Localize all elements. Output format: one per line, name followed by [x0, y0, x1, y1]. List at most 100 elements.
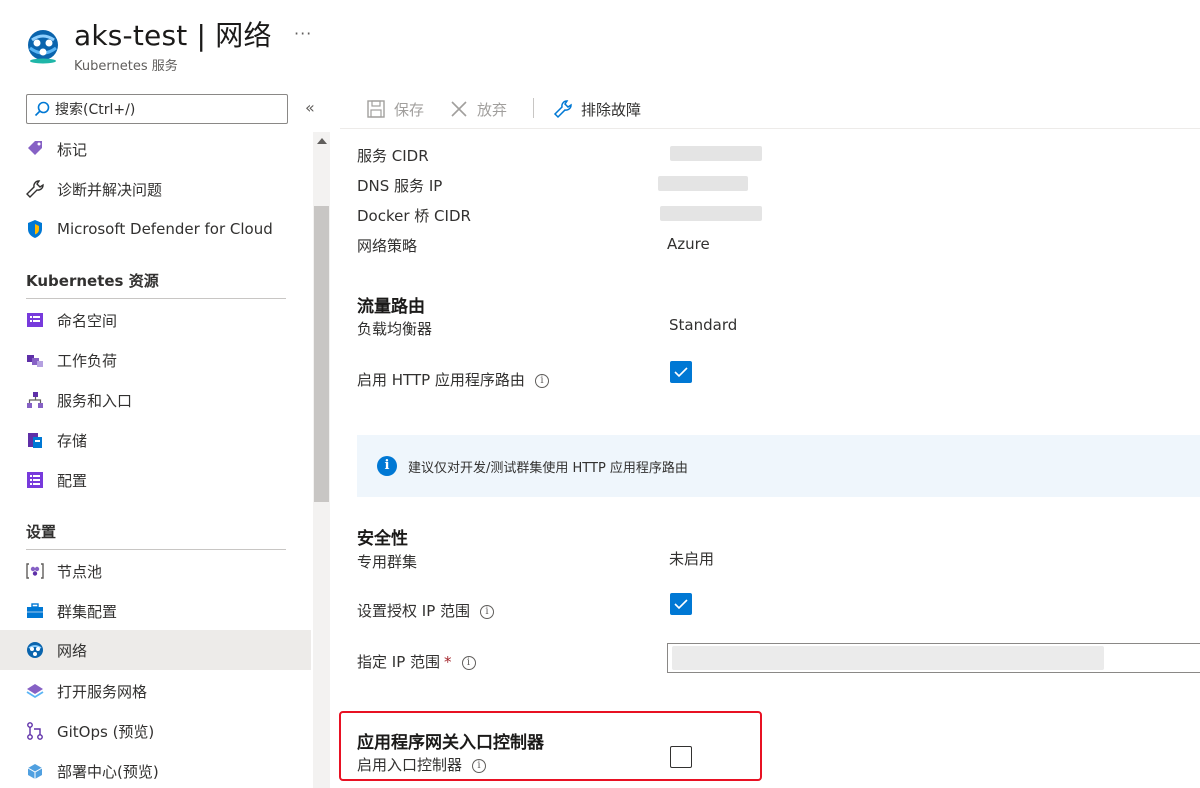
sidebar-item-label: 命名空间 — [57, 311, 118, 330]
sidebar-item-label: 群集配置 — [57, 602, 118, 621]
sidebar-item-label: 标记 — [57, 140, 88, 159]
sidebar-item-storage[interactable]: 存储 — [0, 420, 311, 460]
authorized-ip-checkbox[interactable] — [670, 593, 692, 615]
save-button[interactable]: 保存 — [366, 96, 424, 122]
sidebar-item-label: 节点池 — [57, 562, 103, 581]
sidebar-item-label: 部署中心(预览) — [57, 762, 159, 781]
sidebar-item-label: 存储 — [57, 431, 88, 450]
cluster-config-icon — [24, 600, 46, 622]
dns-service-ip-label: DNS 服务 IP — [357, 177, 443, 195]
sidebar-item-label: 打开服务网格 — [57, 682, 148, 701]
info-banner: i 建议仅对开发/测试群集使用 HTTP 应用程序路由 — [357, 435, 1200, 497]
services-icon — [24, 389, 46, 411]
network-policy-label: 网络策略 — [357, 237, 418, 255]
shield-icon — [24, 218, 46, 240]
traffic-routing-title: 流量路由 — [357, 297, 425, 317]
deployment-center-icon — [24, 760, 46, 782]
section-kubernetes-resources: Kubernetes 资源 — [26, 272, 159, 290]
divider — [26, 549, 286, 550]
sidebar-item-cluster-configuration[interactable]: 群集配置 — [0, 591, 311, 631]
redacted-value — [670, 146, 762, 161]
search-icon — [34, 101, 50, 117]
sidebar-item-service-mesh[interactable]: 打开服务网格 — [0, 671, 311, 711]
toolbar-divider — [533, 98, 534, 118]
collapse-sidebar-button[interactable]: « — [305, 98, 315, 117]
http-routing-checkbox[interactable] — [670, 361, 692, 383]
load-balancer-label: 负载均衡器 — [357, 320, 433, 338]
info-icon: i — [377, 456, 397, 476]
network-policy-value: Azure — [667, 235, 710, 253]
gitops-icon — [24, 720, 46, 742]
wrench-icon — [24, 178, 46, 200]
save-icon — [367, 100, 385, 118]
storage-icon — [24, 429, 46, 451]
save-label: 保存 — [394, 100, 425, 119]
ip-range-label: 指定 IP 范围 * i — [357, 651, 476, 672]
sidebar-item-label: GitOps (预览) — [57, 722, 155, 741]
divider — [26, 298, 286, 299]
sidebar-item-configuration[interactable]: 配置 — [0, 460, 311, 500]
page-subtitle: Kubernetes 服务 — [74, 59, 178, 74]
sidebar-item-tags[interactable]: 标记 — [0, 129, 311, 169]
private-cluster-label: 专用群集 — [357, 553, 418, 571]
redacted-value — [672, 646, 1104, 670]
service-cidr-label: 服务 CIDR — [357, 147, 429, 165]
info-icon[interactable]: i — [472, 758, 487, 773]
more-options-button[interactable]: ··· — [294, 24, 312, 43]
sidebar-item-diagnose[interactable]: 诊断并解决问题 — [0, 169, 311, 209]
redacted-value — [658, 176, 748, 191]
sidebar-item-label: 工作负荷 — [57, 351, 118, 370]
sidebar-item-label: 网络 — [57, 641, 88, 660]
configuration-icon — [24, 469, 46, 491]
private-cluster-value: 未启用 — [669, 550, 715, 568]
scroll-up-arrow-icon[interactable] — [317, 138, 327, 144]
http-routing-label: 启用 HTTP 应用程序路由 i — [357, 369, 549, 390]
sidebar-item-defender[interactable]: Microsoft Defender for Cloud — [0, 209, 311, 249]
tag-icon — [24, 138, 46, 160]
sidebar-item-node-pools[interactable]: 节点池 — [0, 551, 311, 591]
sidebar-item-label: 诊断并解决问题 — [57, 180, 163, 199]
security-title: 安全性 — [357, 529, 408, 549]
enable-ingress-controller-checkbox[interactable] — [670, 746, 692, 768]
sidebar-item-label: 服务和入口 — [57, 391, 133, 410]
close-icon — [451, 101, 467, 117]
toolbar-divider-line — [340, 128, 1200, 129]
node-pools-icon — [24, 560, 46, 582]
scrollbar-thumb[interactable] — [314, 206, 329, 502]
sidebar-item-namespaces[interactable]: 命名空间 — [0, 300, 311, 340]
page-title: aks-test | 网络 — [74, 19, 272, 52]
redacted-value — [660, 206, 762, 221]
sidebar-item-networking[interactable]: 网络 — [0, 630, 311, 670]
search-placeholder: 搜索(Ctrl+/) — [55, 102, 136, 118]
sidebar-item-label: Microsoft Defender for Cloud — [57, 220, 273, 238]
required-mark: * — [444, 653, 452, 671]
wrench-icon — [553, 100, 572, 119]
load-balancer-value: Standard — [669, 316, 738, 334]
sidebar-item-gitops[interactable]: GitOps (预览) — [0, 711, 311, 751]
discard-label: 放弃 — [477, 100, 508, 119]
namespace-icon — [24, 309, 46, 331]
service-mesh-icon — [24, 680, 46, 702]
workloads-icon — [24, 349, 46, 371]
info-icon[interactable]: i — [480, 604, 495, 619]
troubleshoot-label: 排除故障 — [581, 100, 642, 119]
search-input[interactable]: 搜索(Ctrl+/) — [26, 94, 288, 124]
checkmark-icon — [674, 599, 688, 610]
section-settings: 设置 — [26, 523, 57, 541]
info-banner-text: 建议仅对开发/测试群集使用 HTTP 应用程序路由 — [408, 460, 688, 476]
sidebar-item-services-ingress[interactable]: 服务和入口 — [0, 380, 311, 420]
enable-ingress-controller-label: 启用入口控制器 i — [357, 754, 487, 775]
info-icon[interactable]: i — [461, 655, 476, 670]
troubleshoot-button[interactable]: 排除故障 — [553, 96, 641, 122]
sidebar-item-workloads[interactable]: 工作负荷 — [0, 340, 311, 380]
networking-icon — [24, 639, 46, 661]
sidebar-item-label: 配置 — [57, 471, 88, 490]
checkmark-icon — [674, 367, 688, 378]
discard-button[interactable]: 放弃 — [449, 96, 507, 122]
authorized-ip-label: 设置授权 IP 范围 i — [357, 600, 495, 621]
sidebar-item-deployment-center[interactable]: 部署中心(预览) — [0, 751, 311, 788]
info-icon[interactable]: i — [534, 373, 549, 388]
aks-networking-icon — [24, 26, 62, 64]
docker-bridge-cidr-label: Docker 桥 CIDR — [357, 207, 471, 225]
agic-title: 应用程序网关入口控制器 — [357, 733, 544, 753]
